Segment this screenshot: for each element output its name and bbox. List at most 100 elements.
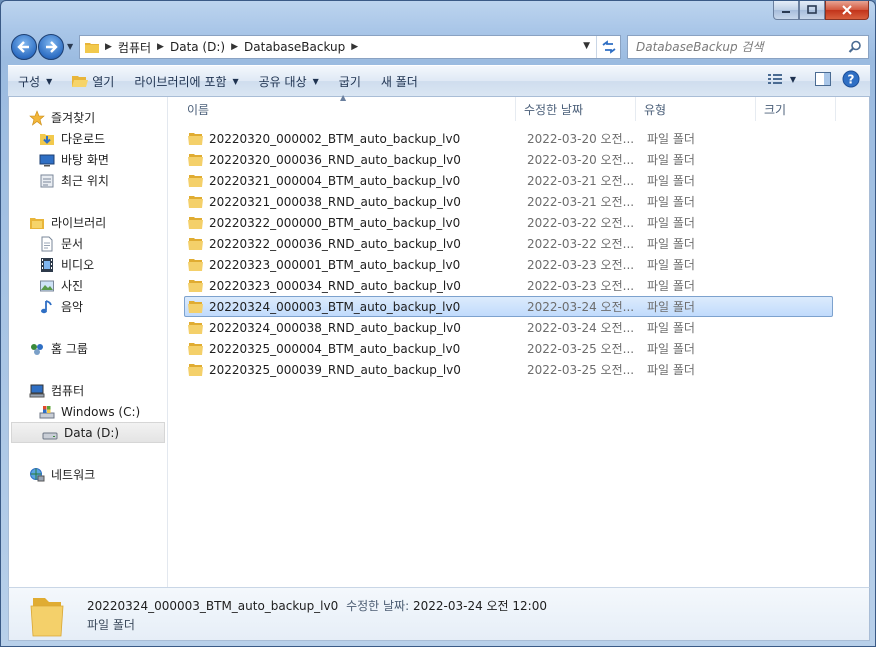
- breadcrumb-computer[interactable]: 컴퓨터: [118, 39, 151, 56]
- details-title-line: 20220324_000003_BTM_auto_backup_lv0 수정한 …: [87, 597, 547, 614]
- nav-documents-label: 문서: [61, 237, 84, 251]
- nav-pictures-label: 사진: [61, 279, 84, 293]
- table-row[interactable]: 20220323_000034_RND_auto_backup_lv0 2022-…: [184, 275, 833, 296]
- breadcrumb-separator[interactable]: ▶: [105, 42, 112, 52]
- nav-drive-c-label: Windows (C:): [61, 404, 141, 419]
- table-row[interactable]: 20220324_000003_BTM_auto_backup_lv0 2022-…: [184, 296, 833, 317]
- computer-icon: [29, 384, 45, 397]
- breadcrumb-separator[interactable]: ▶: [157, 42, 164, 52]
- nav-homegroup[interactable]: 홈 그룹: [9, 338, 167, 359]
- maximize-button[interactable]: [799, 1, 825, 20]
- details-modified-value: 2022-03-24 오전 12:00: [412, 599, 547, 613]
- view-dropdown-icon[interactable]: ▼: [790, 75, 796, 84]
- row-name: 20220320_000002_BTM_auto_backup_lv0: [209, 131, 461, 146]
- recent-pages-dropdown[interactable]: ▼: [67, 42, 73, 51]
- burn-button[interactable]: 굽기: [329, 69, 371, 93]
- table-row[interactable]: 20220322_000000_BTM_auto_backup_lv0 2022-…: [184, 212, 833, 233]
- search-input[interactable]: [636, 37, 846, 57]
- breadcrumb-separator[interactable]: ▶: [351, 42, 358, 52]
- include-in-library-button[interactable]: 라이브러리에 포함 ▼: [124, 69, 248, 93]
- help-icon[interactable]: ?: [842, 70, 860, 88]
- nav-downloads-label: 다운로드: [61, 132, 106, 146]
- breadcrumb-drive-d[interactable]: Data (D:): [170, 40, 225, 54]
- column-size-label: 크기: [764, 102, 787, 117]
- details-pane: 20220324_000003_BTM_auto_backup_lv0 수정한 …: [8, 587, 870, 641]
- navigation-row: ▼ ▶ 컴퓨터 ▶ Data (D:) ▶ DatabaseBackup ▶ ▼: [9, 33, 869, 61]
- open-label: 열기: [92, 74, 115, 89]
- row-type: 파일 폴더: [647, 195, 695, 209]
- column-header-date[interactable]: 수정한 날짜: [516, 97, 636, 121]
- arrow-right-icon: [46, 41, 58, 53]
- drive-icon: [42, 432, 58, 439]
- nav-network[interactable]: 네트워크: [9, 464, 167, 485]
- column-header-type[interactable]: 유형: [636, 97, 756, 121]
- search-box[interactable]: [627, 35, 869, 59]
- row-date: 2022-03-25 오전...: [527, 342, 635, 356]
- column-header-size[interactable]: 크기: [756, 97, 836, 121]
- nav-music[interactable]: 음악: [9, 296, 167, 317]
- row-date: 2022-03-21 오전...: [527, 195, 635, 209]
- open-button[interactable]: 열기: [62, 69, 124, 93]
- svg-text:?: ?: [848, 73, 855, 87]
- table-row[interactable]: 20220323_000001_BTM_auto_backup_lv0 2022-…: [184, 254, 833, 275]
- row-date: 2022-03-25 오전...: [527, 363, 635, 377]
- row-type: 파일 폴더: [647, 258, 695, 272]
- organize-button[interactable]: 구성 ▼: [8, 69, 62, 93]
- nav-videos[interactable]: 비디오: [9, 254, 167, 275]
- include-library-label: 라이브러리에 포함: [134, 74, 227, 89]
- row-date: 2022-03-20 오전...: [527, 153, 635, 167]
- file-rows: 20220320_000002_BTM_auto_backup_lv0 2022-…: [169, 128, 871, 380]
- nav-documents[interactable]: 문서: [9, 233, 167, 254]
- nav-drive-d[interactable]: Data (D:): [11, 422, 165, 443]
- address-bar[interactable]: ▶ 컴퓨터 ▶ Data (D:) ▶ DatabaseBackup ▶ ▼: [79, 35, 621, 59]
- refresh-button[interactable]: [596, 36, 620, 58]
- forward-button[interactable]: [38, 34, 64, 60]
- search-icon[interactable]: [848, 40, 862, 54]
- address-dropdown[interactable]: ▼: [583, 41, 590, 51]
- row-type: 파일 폴더: [647, 342, 695, 356]
- nav-favorites-label: 즐겨찾기: [51, 111, 96, 125]
- nav-libraries[interactable]: 라이브러리: [9, 212, 167, 233]
- close-button[interactable]: [825, 1, 869, 20]
- nav-computer[interactable]: 컴퓨터: [9, 380, 167, 401]
- table-row[interactable]: 20220320_000002_BTM_auto_backup_lv0 2022-…: [184, 128, 833, 149]
- nav-network-label: 네트워크: [51, 468, 96, 482]
- view-controls: ▼ ?: [766, 70, 860, 88]
- file-list-pane: ▲ 이름 수정한 날짜 유형 크기 20220320_000002_BTM_au…: [169, 93, 871, 587]
- nav-favorites[interactable]: 즐겨찾기: [9, 107, 167, 128]
- nav-downloads[interactable]: 다운로드: [9, 128, 167, 149]
- folder-icon: [188, 258, 203, 271]
- minimize-button[interactable]: [773, 1, 799, 20]
- nav-drive-c[interactable]: Windows (C:): [9, 401, 167, 422]
- film-icon: [41, 257, 53, 272]
- chevron-down-icon: ▼: [232, 76, 239, 86]
- table-row[interactable]: 20220320_000036_RND_auto_backup_lv0 2022-…: [184, 149, 833, 170]
- row-date: 2022-03-23 오전...: [527, 279, 635, 293]
- share-with-button[interactable]: 공유 대상 ▼: [249, 69, 329, 93]
- column-header-name[interactable]: ▲ 이름: [169, 93, 516, 121]
- table-row[interactable]: 20220325_000039_RND_auto_backup_lv0 2022-…: [184, 359, 833, 380]
- table-row[interactable]: 20220325_000004_BTM_auto_backup_lv0 2022-…: [184, 338, 833, 359]
- table-row[interactable]: 20220321_000038_RND_auto_backup_lv0 2022-…: [184, 191, 833, 212]
- nav-desktop[interactable]: 바탕 화면: [9, 149, 167, 170]
- command-bar: 구성 ▼ 열기 라이브러리에 포함 ▼ 공유 대상 ▼ 굽기 새 폴더 ▼ ?: [8, 65, 870, 97]
- change-view-icon[interactable]: [766, 70, 784, 88]
- new-folder-button[interactable]: 새 폴더: [371, 69, 428, 93]
- nav-recent-places[interactable]: 최근 위치: [9, 170, 167, 191]
- music-note-icon: [41, 299, 52, 313]
- row-name: 20220325_000004_BTM_auto_backup_lv0: [209, 341, 461, 356]
- column-date-label: 수정한 날짜: [524, 102, 584, 117]
- breadcrumb-separator[interactable]: ▶: [231, 42, 238, 52]
- homegroup-icon: [31, 343, 43, 355]
- table-row[interactable]: 20220321_000004_BTM_auto_backup_lv0 2022-…: [184, 170, 833, 191]
- back-button[interactable]: [11, 34, 37, 60]
- new-folder-label: 새 폴더: [380, 74, 418, 89]
- breadcrumb-databasebackup[interactable]: DatabaseBackup: [244, 40, 345, 54]
- nav-pictures[interactable]: 사진: [9, 275, 167, 296]
- table-row[interactable]: 20220322_000036_RND_auto_backup_lv0 2022-…: [184, 233, 833, 254]
- table-row[interactable]: 20220324_000038_RND_auto_backup_lv0 2022-…: [184, 317, 833, 338]
- nav-recent-label: 최근 위치: [61, 174, 109, 188]
- caption-buttons: [773, 1, 869, 21]
- preview-pane-icon[interactable]: [814, 70, 832, 88]
- folder-icon: [188, 342, 203, 355]
